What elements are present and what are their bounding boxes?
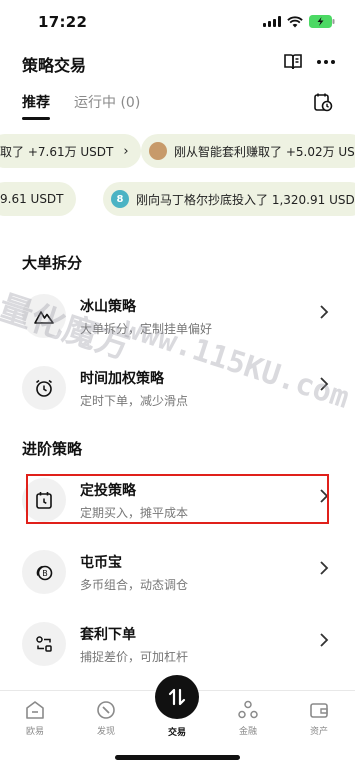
status-bar: 17:22 — [0, 0, 355, 44]
wifi-icon — [287, 15, 303, 28]
strategy-item-title: 屯币宝 — [80, 555, 122, 571]
signal-icon — [263, 16, 281, 27]
section-title-advanced: 进阶策略 — [22, 440, 83, 458]
history-icon[interactable] — [313, 92, 333, 116]
chevron-right-icon — [319, 632, 329, 652]
strategy-item-title: 时间加权策略 — [80, 371, 164, 387]
chevron-right-icon — [319, 560, 329, 580]
nav-home[interactable]: 欧易 — [15, 699, 55, 737]
strategy-item-iceberg[interactable]: 冰山策略 大单拆分，定制挂单偏好 — [0, 284, 355, 356]
ticker-chip-text: 刚从智能套利赚取了 +5.02万 US — [174, 144, 355, 159]
number-badge-icon: 8 — [111, 190, 129, 208]
strategy-item-arbitrage[interactable]: 套利下单 捕捉差价，可加杠杆 — [0, 612, 355, 684]
strategy-item-twap[interactable]: 时间加权策略 定时下单，减少滑点 — [0, 356, 355, 428]
page-title: 策略交易 — [22, 56, 87, 75]
nav-discover[interactable]: 发现 — [86, 699, 126, 737]
tab-bar: 推荐 运行中 (0) — [0, 92, 355, 128]
nav-trade-button[interactable] — [155, 675, 199, 719]
coin-stack-icon: B — [22, 550, 66, 594]
avatar-icon — [149, 142, 167, 160]
wallet-icon — [310, 703, 328, 718]
home-icon — [26, 701, 44, 719]
ticker-chip[interactable]: 刚从智能套利赚取了 +5.02万 US — [141, 134, 355, 168]
ticker-chip[interactable]: 8 刚向马丁格尔抄底投入了 1,320.91 USD — [103, 182, 355, 216]
nav-label: 金融 — [238, 727, 257, 737]
arbitrage-icon — [22, 622, 66, 666]
strategy-item-desc: 多币组合，动态调仓 — [80, 578, 189, 592]
ticker-chip[interactable]: 9.61 USDT — [0, 182, 76, 216]
nav-label-trade: 交易 — [167, 728, 186, 738]
section-title-large-order: 大单拆分 — [22, 254, 83, 272]
trade-icon — [168, 688, 186, 706]
header: 策略交易 — [0, 50, 355, 78]
ticker-chip-text: 刚向马丁格尔抄底投入了 1,320.91 USD — [136, 192, 355, 207]
alarm-clock-icon — [22, 366, 66, 410]
tab-running[interactable]: 运行中 (0) — [74, 92, 140, 112]
strategy-item-coin-basket[interactable]: B 屯币宝 多币组合，动态调仓 — [0, 540, 355, 612]
ticker-chip-text: 取了 +7.61万 USDT — [0, 144, 114, 159]
home-indicator — [115, 755, 240, 760]
ticker-chip-text: 9.61 USDT — [0, 192, 64, 206]
highlight-annotation-box — [26, 474, 329, 524]
status-icons — [263, 15, 335, 28]
chevron-right-icon — [319, 376, 329, 396]
nav-assets[interactable]: 资产 — [299, 699, 339, 737]
strategy-item-title: 套利下单 — [80, 627, 136, 643]
nav-label: 资产 — [309, 727, 328, 737]
strategy-item-desc: 大单拆分，定制挂单偏好 — [80, 322, 213, 336]
nav-label: 发现 — [96, 727, 115, 737]
finance-icon — [238, 700, 258, 719]
mountain-icon — [22, 294, 66, 338]
ticker-chip[interactable]: 取了 +7.61万 USDT › — [0, 134, 141, 168]
discover-icon — [97, 701, 115, 719]
strategy-item-desc: 定时下单，减少滑点 — [80, 394, 189, 408]
strategy-item-desc: 捕捉差价，可加杠杆 — [80, 650, 189, 664]
more-options-icon[interactable] — [317, 60, 335, 64]
nav-finance[interactable]: 金融 — [228, 699, 268, 737]
svg-text:B: B — [42, 569, 48, 578]
battery-charging-icon — [309, 15, 335, 28]
status-time: 17:22 — [38, 13, 88, 31]
nav-label: 欧易 — [25, 727, 44, 737]
book-icon[interactable] — [283, 52, 303, 76]
chevron-right-icon: › — [123, 143, 129, 159]
chevron-right-icon — [319, 304, 329, 324]
tab-active-indicator — [22, 117, 50, 120]
tab-recommended[interactable]: 推荐 — [22, 92, 50, 112]
strategy-item-title: 冰山策略 — [80, 299, 136, 315]
